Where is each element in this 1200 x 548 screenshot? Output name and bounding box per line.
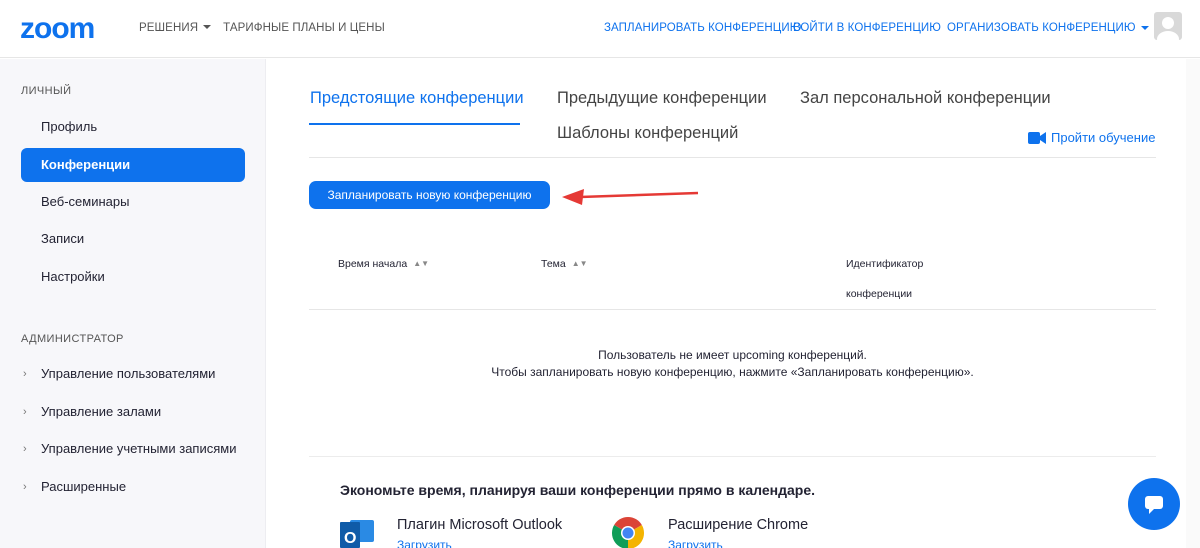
nav-join-meeting[interactable]: ВОЙТИ В КОНФЕРЕНЦИЮ — [793, 22, 941, 34]
active-tab-indicator — [309, 123, 520, 125]
promo-divider — [309, 456, 1156, 457]
nav-plans-pricing[interactable]: ТАРИФНЫЕ ПЛАНЫ И ЦЕНЫ — [223, 22, 385, 34]
column-header-topic[interactable]: Тема ▲▼ — [541, 258, 588, 270]
tabs-divider — [309, 157, 1156, 158]
nav-solutions[interactable]: РЕШЕНИЯ — [139, 22, 215, 34]
tab-previous-meetings[interactable]: Предыдущие конференции — [557, 89, 767, 108]
sidebar-section-personal: ЛИЧНЫЙ — [21, 85, 72, 97]
user-icon — [1157, 17, 1179, 40]
chevron-right-icon: › — [23, 368, 27, 380]
sidebar-item-room-management[interactable]: › Управление залами — [21, 395, 245, 429]
tab-meeting-templates[interactable]: Шаблоны конференций — [557, 124, 738, 143]
chevron-right-icon: › — [23, 481, 27, 493]
outlook-plugin-name: Плагин Microsoft Outlook — [397, 517, 563, 533]
nav-host-meeting[interactable]: ОРГАНИЗОВАТЬ КОНФЕРЕНЦИЮ — [947, 22, 1149, 34]
sidebar-item-settings[interactable]: Настройки — [21, 260, 245, 294]
sort-icon: ▲▼ — [413, 259, 430, 268]
chevron-down-icon — [1140, 25, 1149, 30]
sidebar-item-meetings[interactable]: Конференции — [21, 148, 245, 182]
get-training-link[interactable]: Пройти обучение — [1028, 130, 1155, 145]
user-avatar[interactable] — [1154, 12, 1182, 40]
schedule-new-meeting-button[interactable]: Запланировать новую конференцию — [309, 181, 550, 209]
outlook-icon: O — [340, 520, 374, 548]
calendar-promo-title: Экономьте время, планируя ваши конференц… — [340, 482, 816, 498]
sort-icon: ▲▼ — [571, 259, 588, 268]
sidebar-section-admin: АДМИНИСТРАТОР — [21, 333, 124, 345]
chevron-down-icon — [203, 25, 212, 30]
column-header-meeting-id-line1: Идентификатор — [846, 258, 924, 270]
table-divider — [309, 309, 1156, 310]
chevron-right-icon: › — [23, 443, 27, 455]
zoom-logo[interactable]: zoom — [20, 14, 120, 42]
outlook-download-link[interactable]: Загрузить — [397, 538, 452, 548]
chrome-icon — [612, 517, 644, 548]
chevron-right-icon: › — [23, 406, 27, 418]
sidebar-item-recordings[interactable]: Записи — [21, 222, 245, 256]
svg-text:zoom: zoom — [20, 14, 94, 42]
nav-schedule-meeting[interactable]: ЗАПЛАНИРОВАТЬ КОНФЕРЕНЦИЮ — [604, 22, 802, 34]
red-arrow-annotation — [562, 189, 699, 205]
empty-state-hint: Чтобы запланировать новую конференцию, н… — [491, 365, 974, 379]
tab-upcoming-meetings[interactable]: Предстоящие конференции — [310, 89, 524, 108]
video-camera-icon — [1028, 132, 1046, 144]
chrome-extension-name: Расширение Chrome — [668, 517, 809, 533]
tab-personal-room[interactable]: Зал персональной конференции — [800, 89, 1051, 108]
sidebar-item-user-management[interactable]: › Управление пользователями — [21, 357, 245, 391]
main-nav: РЕШЕНИЯ ТАРИФНЫЕ ПЛАНЫ И ЦЕНЫ — [139, 22, 385, 34]
column-header-start-time[interactable]: Время начала ▲▼ — [338, 258, 429, 270]
sidebar-item-account-management[interactable]: › Управление учетными записями — [21, 432, 245, 466]
svg-text:O: O — [344, 530, 356, 547]
chat-bubble-icon — [1145, 496, 1163, 514]
sidebar-item-profile[interactable]: Профиль — [21, 110, 245, 144]
sidebar: ЛИЧНЫЙ Профиль Конференции Веб-семинары … — [0, 59, 266, 548]
column-header-meeting-id-line2: конференции — [846, 288, 913, 300]
chat-button[interactable] — [1128, 478, 1180, 530]
chrome-download-link[interactable]: Загрузить — [668, 538, 723, 548]
top-header: zoom РЕШЕНИЯ ТАРИФНЫЕ ПЛАНЫ И ЦЕНЫ ЗАПЛА… — [0, 0, 1200, 58]
sidebar-item-webinars[interactable]: Веб-семинары — [21, 185, 245, 219]
scrollbar[interactable] — [1186, 59, 1200, 548]
sidebar-item-advanced[interactable]: › Расширенные — [21, 470, 245, 504]
empty-state-message: Пользователь не имеет upcoming конференц… — [598, 348, 867, 362]
